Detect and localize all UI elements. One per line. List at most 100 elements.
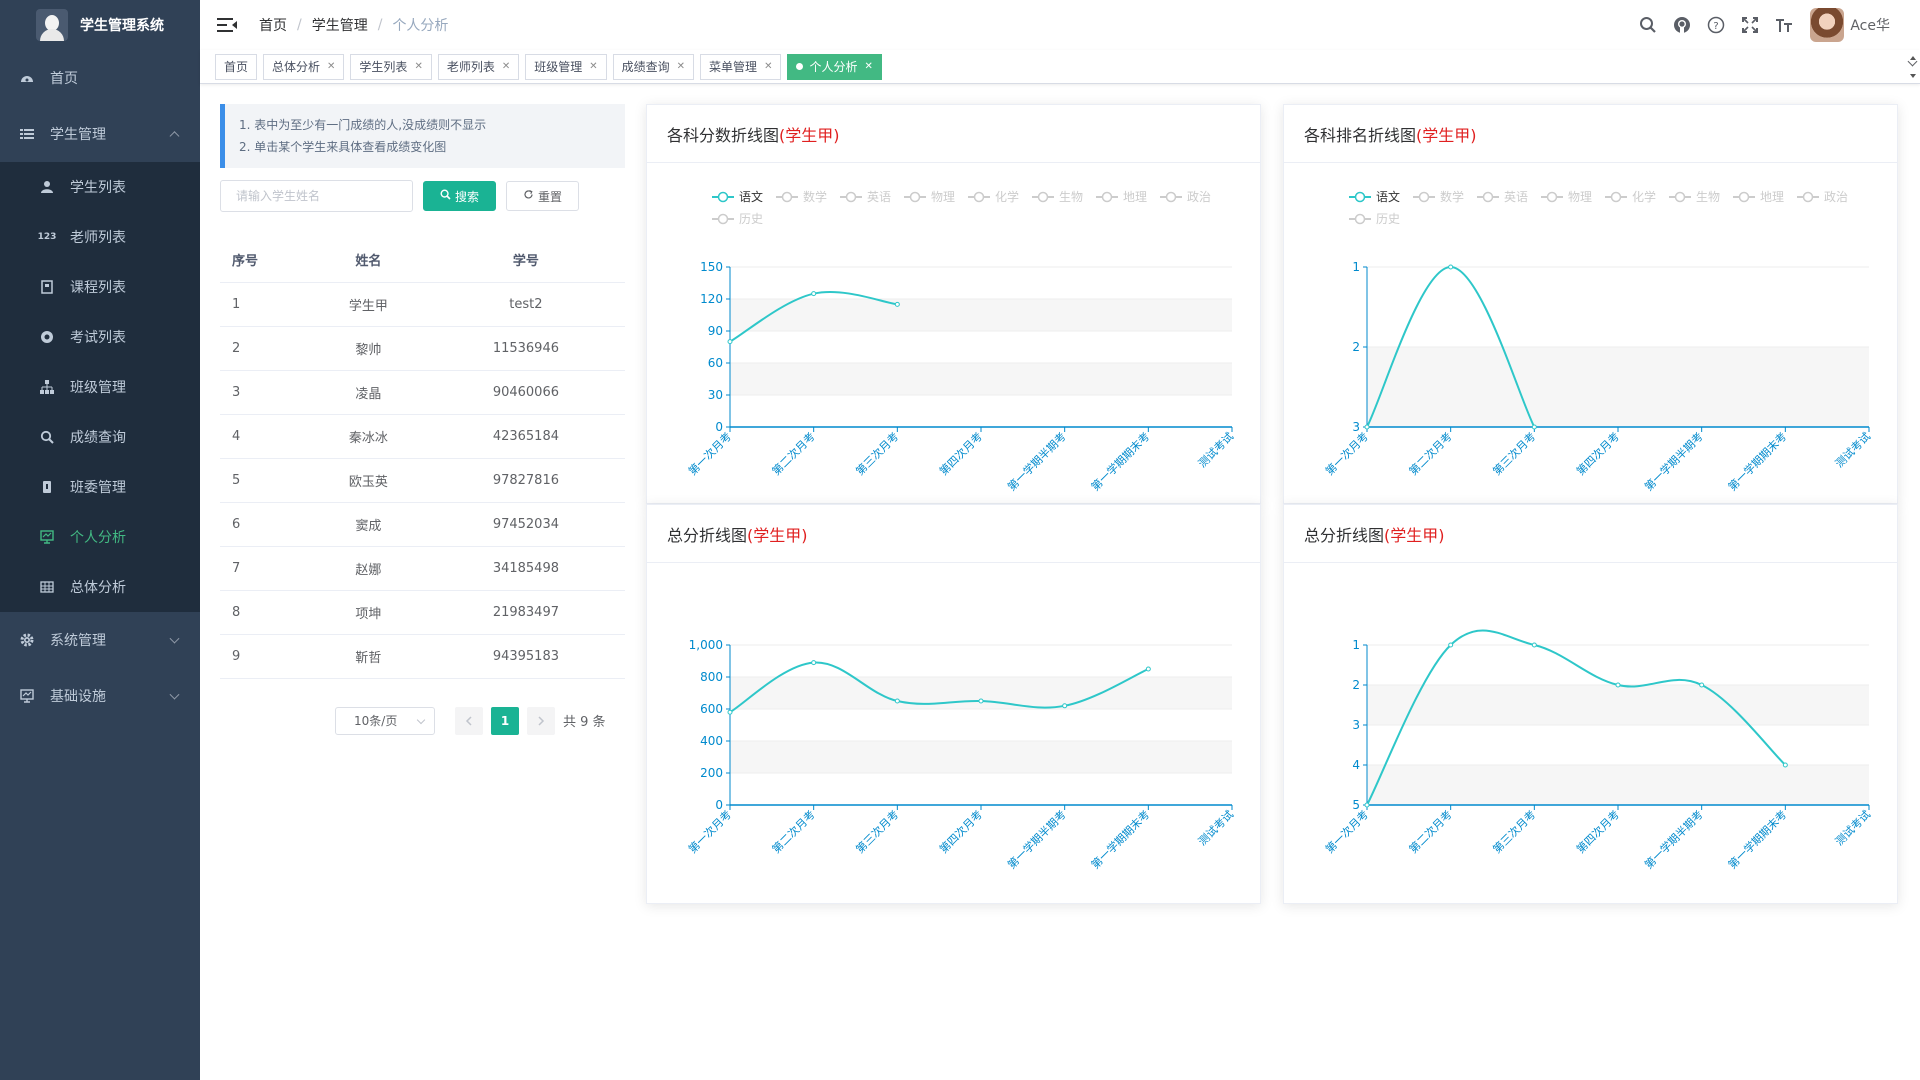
data-point: [1782, 762, 1788, 768]
table-row[interactable]: 5 欧玉英 97827816: [220, 458, 625, 503]
legend-marker: [1546, 191, 1558, 203]
tag-student-list[interactable]: 学生列表 ✕: [350, 53, 432, 80]
table-cell: 2: [220, 326, 310, 371]
x-tick-label: 第四次月考: [936, 807, 985, 856]
sidebar-item-label: 个人分析: [70, 530, 126, 546]
x-tick-label: 第一学期半期考: [1641, 807, 1705, 871]
close-icon[interactable]: ✕: [327, 61, 335, 72]
x-tick-label: 测试考试: [1196, 808, 1236, 848]
tag-score-query[interactable]: 成绩查询 ✕: [612, 53, 695, 80]
tag-menu-mgmt[interactable]: 菜单管理 ✕: [700, 53, 782, 80]
search-icon[interactable]: [1638, 15, 1658, 35]
page-number-button[interactable]: 1: [491, 706, 519, 735]
sidebar-item-label: 课程列表: [70, 280, 126, 296]
close-icon[interactable]: ✕: [414, 61, 422, 72]
table-row[interactable]: 8 项坤 21983497: [220, 590, 625, 635]
tag-personal-analysis[interactable]: 个人分析 ✕: [787, 53, 882, 80]
page-size-select[interactable]: 10条/页: [335, 706, 435, 735]
legend-label: 生物: [1696, 190, 1720, 204]
data-point: [1145, 666, 1151, 672]
data-point: [894, 301, 900, 307]
breadcrumb-item[interactable]: 首页: [259, 15, 287, 35]
menu-label: 首页: [50, 71, 78, 87]
monitor-icon: [40, 530, 54, 544]
line-chart: 1,0008006004002000第一次月考 第二次月考 第三次月考 第四次月考 第一…: [685, 638, 1236, 872]
grid-band: [730, 741, 1232, 773]
github-icon[interactable]: [1672, 15, 1692, 35]
close-icon[interactable]: ✕: [764, 61, 772, 72]
x-tick-label: 第三次月考: [853, 429, 902, 478]
x-tick-label: 第四次月考: [936, 429, 985, 478]
student-table: 序号 姓名 学号 1 学生甲 test2 2 黎帅 11536946 3 凌晶 904600…: [220, 238, 625, 679]
sidebar-item-label: 班委管理: [70, 480, 126, 496]
table-row[interactable]: 3 凌晶 90460066: [220, 370, 625, 415]
legend-marker: [781, 191, 793, 203]
close-icon[interactable]: ✕: [677, 61, 685, 72]
y-tick-label: 1: [1352, 260, 1360, 274]
table-cell: 欧玉英: [310, 458, 427, 503]
avatar[interactable]: [1810, 8, 1845, 42]
legend-label: 数学: [1440, 189, 1464, 204]
menu-item-infrastructure[interactable]: 基础设施: [0, 668, 200, 724]
grid-band: [730, 677, 1232, 709]
prev-page-button[interactable]: [455, 706, 483, 735]
sidebar-item-overall-analysis[interactable]: 总体分析: [0, 562, 200, 612]
tag-label: 老师列表: [446, 60, 495, 74]
list-icon: [20, 127, 34, 141]
monitor-icon: [20, 689, 34, 703]
table-row[interactable]: 9 靳哲 94395183: [220, 634, 625, 679]
brand[interactable]: 学生管理系统: [0, 0, 200, 50]
sidebar-item-exam-list[interactable]: 考试列表: [0, 312, 200, 362]
hamburger-icon[interactable]: [217, 15, 237, 35]
user-icon: [40, 180, 54, 194]
legend-label: 历史: [739, 212, 763, 226]
tag-home[interactable]: 首页: [215, 53, 258, 80]
tag-overall-analysis[interactable]: 总体分析 ✕: [263, 53, 345, 80]
y-tick-label: 400: [700, 734, 723, 748]
svg-text:?: ?: [1714, 21, 1719, 32]
user-name[interactable]: Ace华: [1850, 15, 1890, 35]
table-row[interactable]: 1 学生甲 test2: [220, 282, 625, 327]
close-icon[interactable]: ✕: [502, 61, 510, 72]
font-size-icon[interactable]: [1774, 15, 1794, 35]
navbar: 首页 / 学生管理 / 个人分析 ? Ace华: [200, 0, 1920, 67]
search-button-label: 搜索: [454, 189, 479, 204]
tag-class-mgmt[interactable]: 班级管理 ✕: [525, 53, 607, 80]
table-row[interactable]: 7 赵娜 34185498: [220, 546, 625, 591]
legend-label: 语文: [739, 189, 763, 204]
reset-button[interactable]: 重置: [506, 181, 579, 211]
close-icon[interactable]: ✕: [589, 61, 597, 72]
menu-item-student-mgmt[interactable]: 学生管理: [0, 106, 200, 162]
fullscreen-icon[interactable]: [1740, 15, 1760, 35]
line-chart: 语文 数学 英语 物理 化学 生物 地理 政治历史123第一次月考 第二次月考 第三次月考 第四次月…: [1322, 189, 1873, 494]
sidebar-item-teacher-list[interactable]: 123 老师列表: [0, 212, 200, 262]
sidebar-item-personal-analysis[interactable]: 个人分析: [0, 512, 200, 562]
table-row[interactable]: 6 窦成 97452034: [220, 502, 625, 547]
table-row[interactable]: 2 黎帅 11536946: [220, 326, 625, 371]
tag-teacher-list[interactable]: 老师列表 ✕: [437, 53, 520, 80]
table-row[interactable]: 4 秦冰冰 42365184: [220, 414, 625, 459]
table-cell: 42365184: [426, 414, 625, 459]
menu-item-system-mgmt[interactable]: 系统管理: [0, 612, 200, 668]
sidebar-item-class-mgmt[interactable]: 班级管理: [0, 362, 200, 412]
menu-item-home[interactable]: 首页: [0, 50, 200, 106]
x-tick-label: 第一学期期末考: [1725, 429, 1789, 493]
table-cell: 7: [220, 546, 310, 591]
close-icon[interactable]: ✕: [864, 61, 872, 72]
next-page-button[interactable]: [527, 706, 555, 735]
table-cell: 3: [220, 370, 310, 415]
tags-scroll-arrows[interactable]: [1908, 56, 1918, 78]
sidebar-item-label: 学生列表: [70, 180, 126, 196]
sidebar-item-committee-mgmt[interactable]: 班委管理: [0, 462, 200, 512]
breadcrumb: 首页 / 学生管理 / 个人分析: [259, 15, 448, 35]
x-tick-label: 第一次月考: [1322, 429, 1371, 478]
search-button[interactable]: 搜索: [423, 181, 496, 211]
sidebar-item-score-query[interactable]: 成绩查询: [0, 412, 200, 462]
sidebar-item-course-list[interactable]: 课程列表: [0, 262, 200, 312]
table-cell: 9: [220, 634, 310, 679]
search-input[interactable]: [220, 180, 413, 212]
help-icon[interactable]: ?: [1706, 15, 1726, 35]
sidebar-item-label: 成绩查询: [70, 430, 126, 446]
breadcrumb-item[interactable]: 学生管理: [312, 15, 368, 35]
sidebar-item-student-list[interactable]: 学生列表: [0, 162, 200, 212]
